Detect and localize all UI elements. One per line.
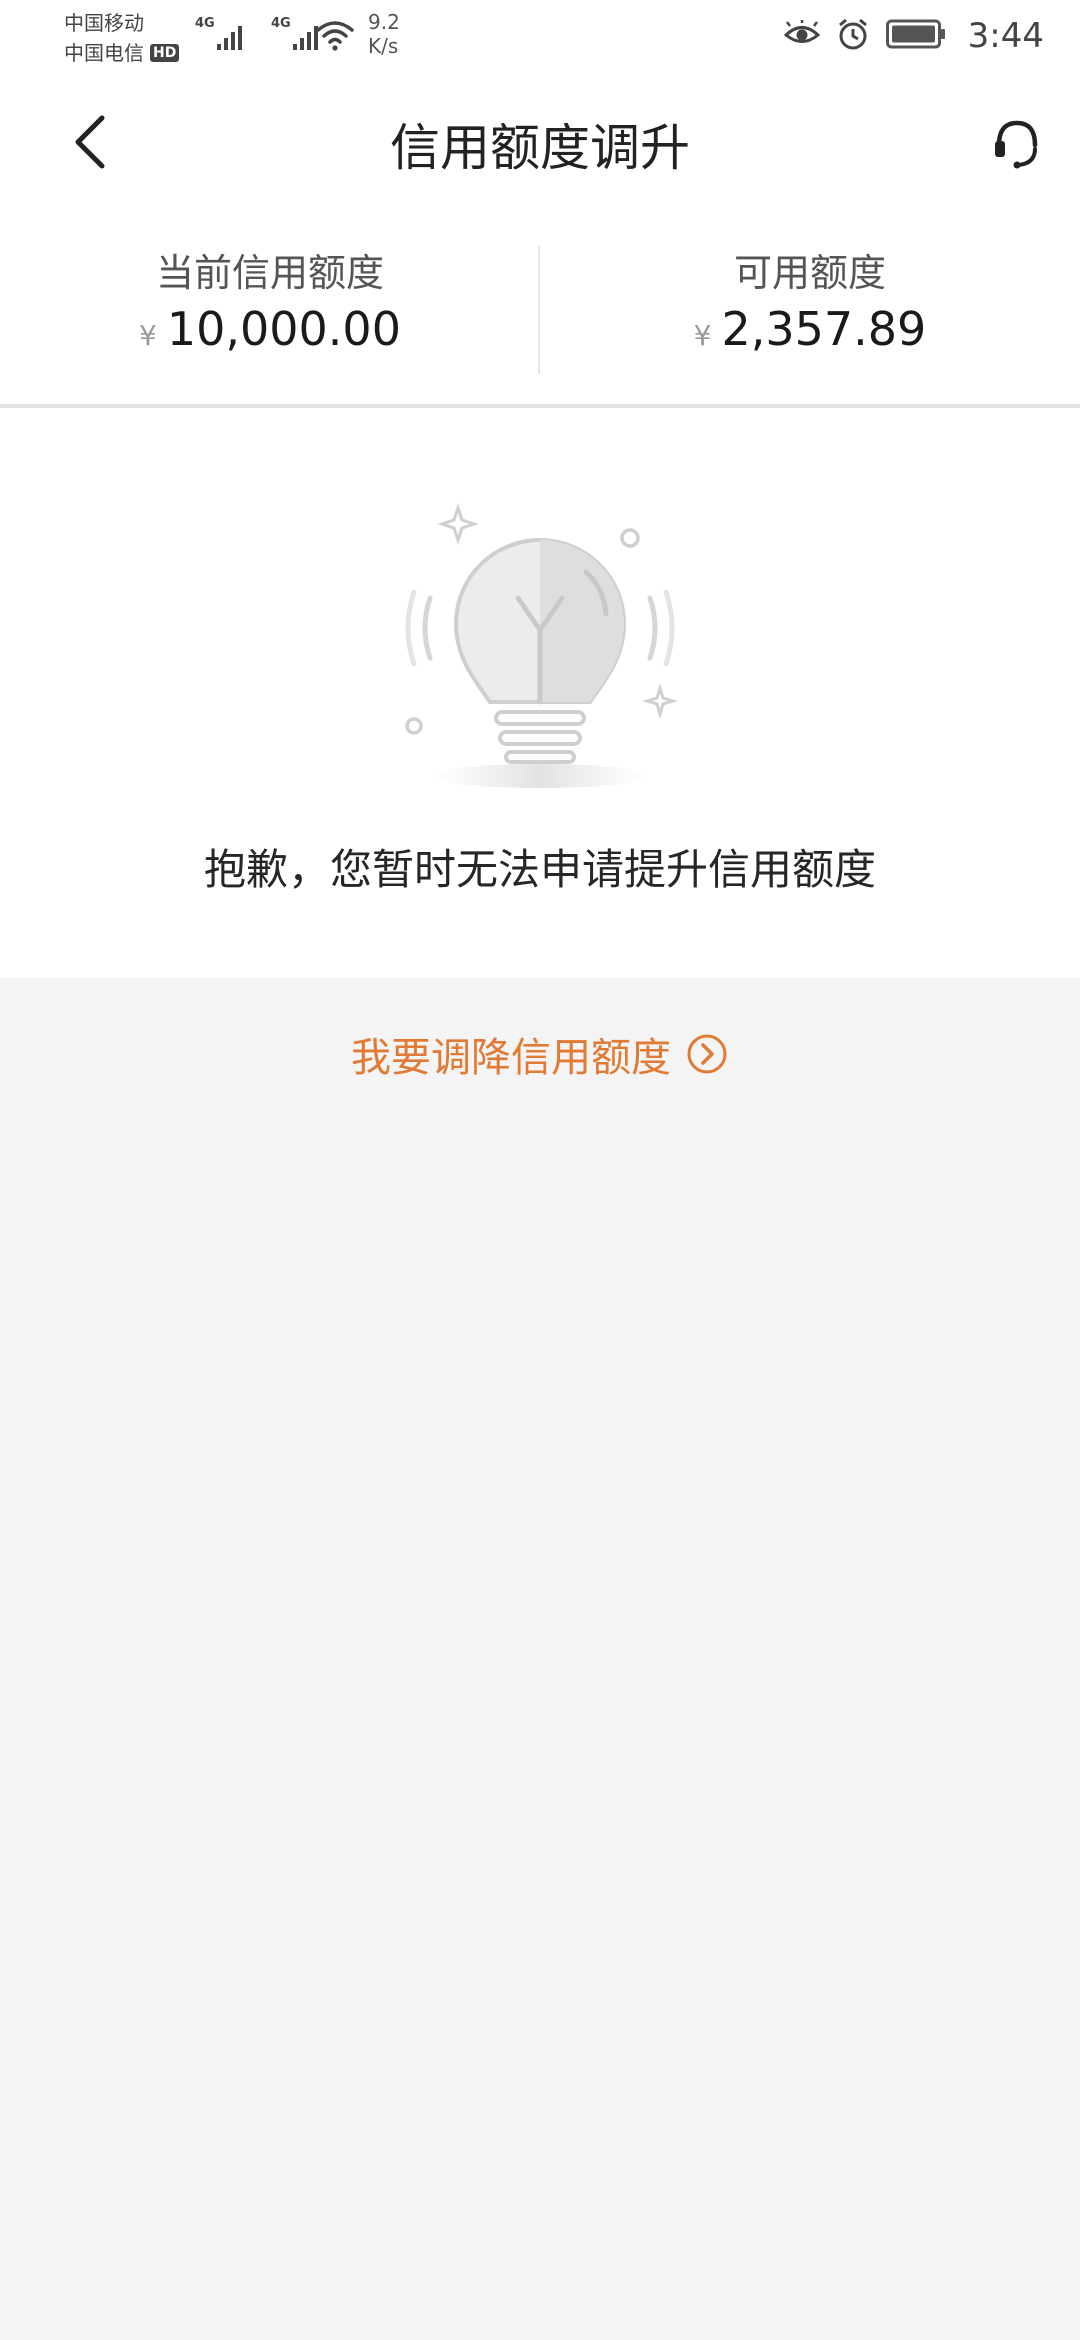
- available-credit-block: 可用额度 ¥2,357.89: [540, 206, 1080, 404]
- clock-time: 3:44: [967, 16, 1044, 56]
- battery-icon: [885, 19, 946, 53]
- decrease-credit-link[interactable]: 我要调降信用额度: [0, 1025, 1080, 1083]
- alarm-icon: [836, 17, 870, 55]
- signal-icon: 4G: [195, 16, 249, 52]
- empty-state: 抱歉，您暂时无法申请提升信用额度: [0, 408, 1080, 978]
- available-credit-label: 可用额度: [733, 251, 886, 295]
- status-bar: 中国移动 中国电信 HD 4G 4G 9.2 K/s 3:44: [0, 0, 1080, 78]
- wifi-icon: [315, 18, 355, 56]
- current-credit-block: 当前信用额度 ¥10,000.00: [0, 206, 540, 404]
- available-credit-amount-row: ¥2,357.89: [540, 302, 1080, 356]
- headset-icon: [995, 120, 1038, 169]
- current-credit-amount: 10,000.00: [166, 302, 401, 356]
- net-speed-unit: K/s: [368, 34, 399, 58]
- current-credit-label: 当前信用额度: [155, 251, 384, 295]
- lightbulb-icon: [405, 503, 679, 788]
- carrier-1: 中国移动: [64, 11, 144, 35]
- current-credit-amount-row: ¥10,000.00: [0, 302, 540, 356]
- decrease-credit-label: 我要调降信用额度: [351, 1035, 671, 1081]
- circle-chevron-right-icon: [687, 1034, 727, 1074]
- empty-state-message: 抱歉，您暂时无法申请提升信用额度: [203, 845, 876, 894]
- hd-badge: HD: [150, 44, 180, 62]
- nav-bar: 信用额度调升: [0, 78, 1080, 208]
- signal-1-label: 4G: [195, 16, 215, 31]
- carrier-2: 中国电信: [64, 41, 144, 65]
- page-title: 信用额度调升: [390, 119, 690, 177]
- carrier-2-row: 中国电信 HD: [64, 38, 180, 68]
- signal-2-label: 4G: [271, 16, 291, 31]
- available-credit-amount: 2,357.89: [721, 302, 927, 356]
- eye-icon: [783, 20, 820, 52]
- credit-summary: 当前信用额度 ¥10,000.00 可用额度 ¥2,357.89: [0, 206, 1080, 408]
- network-speed: 9.2 K/s: [368, 10, 400, 58]
- customer-service-button[interactable]: [982, 108, 1052, 178]
- status-right: 3:44: [783, 16, 1044, 56]
- signal-indicators: 4G 4G: [195, 16, 325, 52]
- currency-symbol: ¥: [139, 319, 157, 352]
- net-speed-value: 9.2: [368, 10, 400, 34]
- carrier-info: 中国移动 中国电信 HD: [64, 8, 180, 68]
- currency-symbol: ¥: [693, 319, 712, 352]
